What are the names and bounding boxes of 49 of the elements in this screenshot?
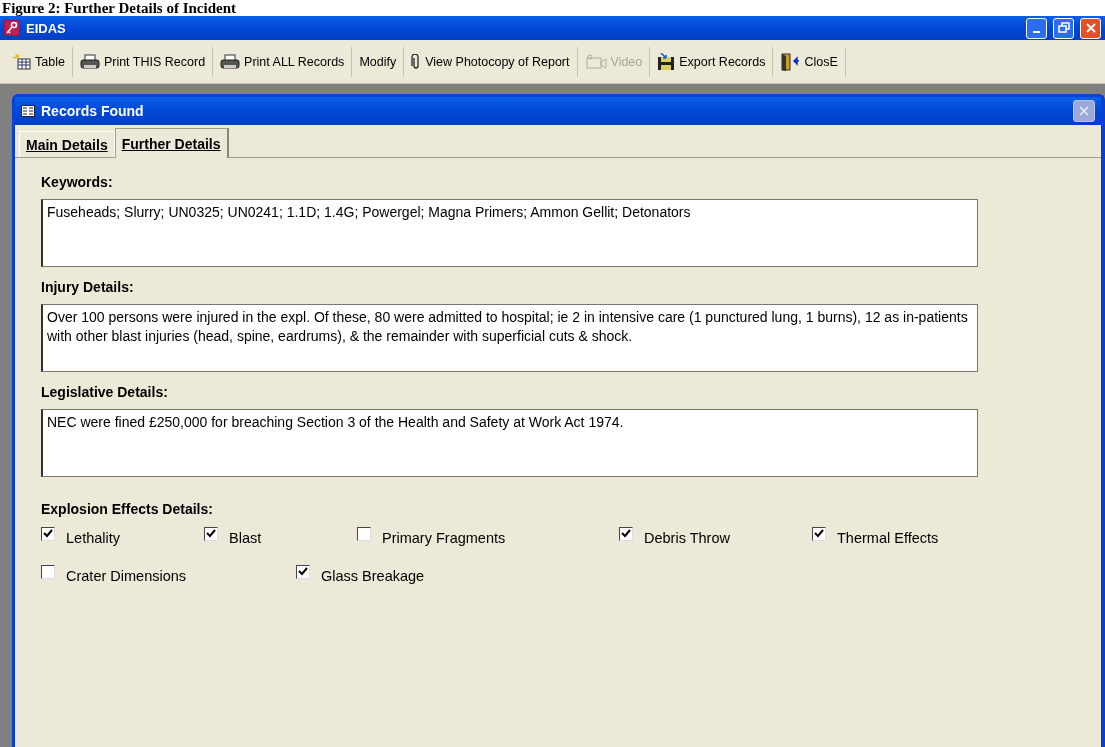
toolbar-button[interactable]: Print THIS Record [72,46,214,77]
paperclip-icon [411,53,422,70]
checkbox[interactable] [41,565,55,579]
checkbox[interactable] [357,527,371,541]
toolbar-button[interactable]: Modify [352,46,405,77]
restore-button[interactable] [1053,17,1074,39]
form-icon [21,105,35,117]
checkbox-label: Glass Breakage [321,568,425,584]
text-area[interactable]: Fuseheads; Slurry; UN0325; UN0241; 1.1D; 1.4G; Powergel; Magna Primers; Ammon Gellit; Detonators [41,199,978,267]
checkbox[interactable] [296,565,310,579]
close-button[interactable] [1073,100,1095,122]
door-icon [780,52,801,71]
checkbox[interactable] [812,527,826,541]
toolbar-button[interactable]: View Photocopy of Report [404,46,578,77]
key-icon [4,20,20,36]
text-area[interactable]: Over 100 persons were injured in the expl. Of these, 80 were admitted to hospital; ie 2 in intensive care (1 punctured lung, 1 burns), 12 as in-patients with other blast injuries (head, spine, eardrums), & the remainder with superficial cuts & shock. [41,304,978,372]
form-title: Records Found [41,103,144,119]
tab[interactable]: Main Details [19,131,115,157]
field-label: Keywords: [41,174,114,190]
toolbar-button[interactable]: Table [6,46,73,77]
minimize-button[interactable] [1026,17,1047,39]
close-icon [1078,105,1090,117]
checkbox[interactable] [619,527,633,541]
text-area[interactable]: NEC were fined £250,000 for breaching Section 3 of the Health and Safety at Work Act 1974. [41,409,978,477]
toolbar-button[interactable]: Print ALL Records [213,46,353,77]
section-label: Explosion Effects Details: [41,501,214,517]
printer-icon [220,53,241,70]
film-camera-icon [584,53,607,70]
checkbox-label: Primary Fragments [382,530,506,546]
checkbox-label: Debris Throw [644,530,730,546]
checkbox-label: Blast [229,530,262,546]
checkbox-label: Crater Dimensions [66,568,187,584]
table-icon [13,53,31,70]
field-label: Legislative Details: [41,384,169,400]
minimize-icon [1033,31,1040,33]
toolbar-button[interactable]: Export Records [650,46,774,77]
checkbox[interactable] [204,527,218,541]
field-label: Injury Details: [41,279,135,295]
tab[interactable]: Further Details [114,128,229,158]
window-title: EIDAS [26,20,66,36]
checkbox-label: Lethality [66,530,120,546]
floppy-disk-icon [657,52,676,71]
checkbox[interactable] [41,527,55,541]
close-icon [1084,22,1097,34]
toolbar-button[interactable]: ClosE [773,46,846,77]
checkbox-label: Thermal Effects [837,530,939,546]
figure-caption: Figure 2: Further Details of Incident [1,0,237,16]
printer-icon [79,53,100,70]
restore-icon [1057,22,1070,34]
